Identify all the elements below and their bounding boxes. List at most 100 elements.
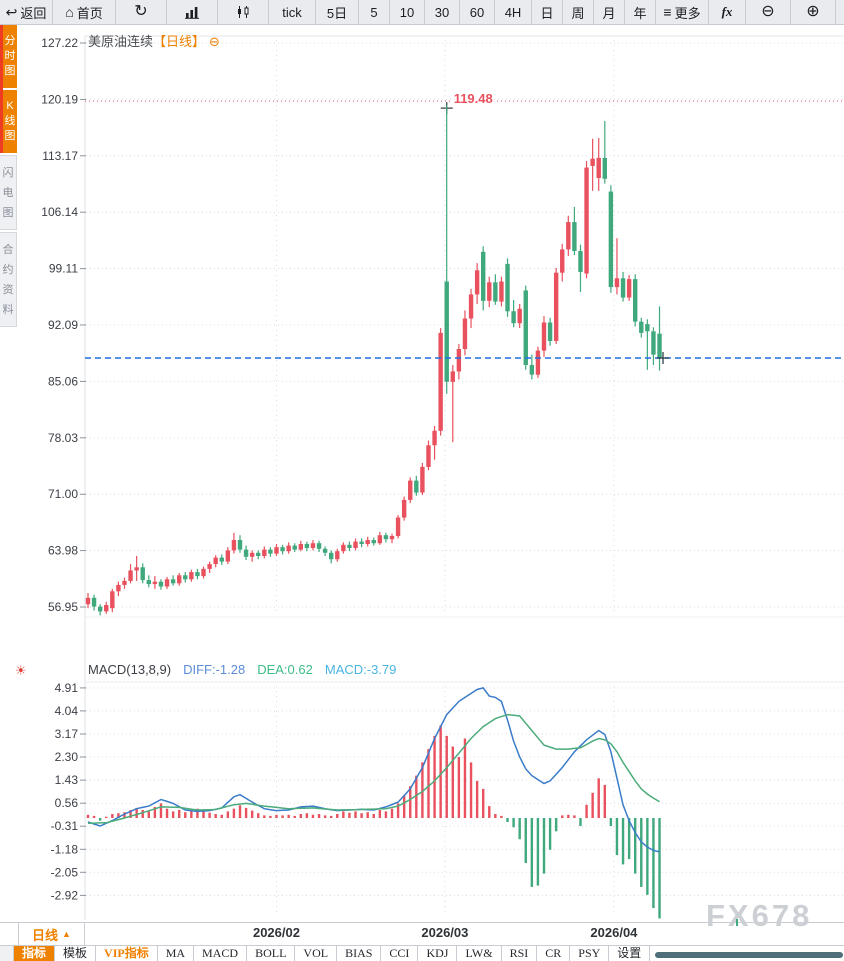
toolbar-5-day-label: 5日 (326, 5, 348, 21)
xaxis-strip: 日线 ▲ 2026/02 2026/03 2026/04 (0, 922, 844, 946)
collapse-icon[interactable]: ⊖ (209, 34, 220, 49)
svg-text:2.30: 2.30 (55, 750, 79, 764)
toolbar-bar-chart-mode[interactable] (167, 0, 218, 24)
toolbar-formula-label: fx (721, 4, 733, 19)
tab-template[interactable]: 模板 (55, 946, 97, 961)
chart-canvas[interactable]: 127.22 120.19 113.17 106.14 99.11 92.09 85.06 7… (0, 0, 844, 961)
bar-chart-mode-icon (184, 5, 200, 19)
toolbar-60-min-label: 60 (469, 4, 485, 20)
dropdown-up-icon: ▲ (62, 929, 71, 939)
tabbar-lead-spacer (0, 946, 14, 961)
sidebar-item-lightning-chart[interactable]: 闪 电 图 (0, 155, 17, 230)
dea-value: DEA:0.62 (257, 662, 313, 677)
symbol-name: 美原油连续 (88, 34, 154, 49)
svg-text:-2.92: -2.92 (51, 888, 79, 902)
toolbar-more[interactable]: ≡ 更多 (656, 0, 709, 24)
toolbar-5-day[interactable]: 5日 (316, 0, 359, 24)
toolbar-year[interactable]: 年 (625, 0, 656, 24)
tab-psy[interactable]: PSY (570, 946, 610, 961)
tab-kdj[interactable]: KDJ (418, 946, 458, 961)
toolbar-back-label: 返回 (20, 5, 47, 21)
tab-ma[interactable]: MA (158, 946, 195, 961)
axis-tick-marker (736, 919, 738, 926)
toolbar-back[interactable]: ↩ 返回 (0, 0, 53, 24)
svg-text:3.17: 3.17 (55, 727, 79, 741)
toolbar-year-label: 年 (633, 5, 647, 21)
tab-cr[interactable]: CR (537, 946, 571, 961)
svg-text:78.03: 78.03 (48, 431, 78, 445)
svg-text:4.04: 4.04 (55, 704, 79, 718)
svg-text:127.22: 127.22 (41, 36, 78, 50)
tab-macd[interactable]: MACD (194, 946, 248, 961)
xaxis-label: 2026/03 (421, 925, 469, 940)
indicator-settings-icon[interactable]: ☀ (15, 663, 27, 679)
back-icon: ↩ (5, 4, 18, 20)
toolbar-60-min[interactable]: 60 (460, 0, 495, 24)
svg-text:71.00: 71.00 (48, 487, 78, 501)
svg-text:56.95: 56.95 (48, 600, 78, 614)
tab-vip-indicator[interactable]: VIP指标 (96, 946, 158, 961)
toolbar-5-min[interactable]: 5 (359, 0, 390, 24)
xaxis-label: 2026/02 (252, 925, 300, 940)
toolbar-home[interactable]: ⌂ 首页 (53, 0, 116, 24)
more-icon: ≡ (663, 4, 672, 20)
toolbar-zoom-out[interactable]: ⊖ (746, 0, 791, 24)
zoom-out-icon: ⊖ (761, 3, 775, 20)
sidebar-item-minute-chart[interactable]: 分 时 图 (3, 25, 17, 88)
toolbar-4-hour[interactable]: 4H (495, 0, 532, 24)
toolbar-4-hour-label: 4H (504, 4, 522, 20)
svg-text:1.43: 1.43 (55, 773, 79, 787)
macd-header: MACD(13,8,9) DIFF:-1.28 DEA:0.62 MACD:-3… (88, 662, 396, 677)
toolbar-week[interactable]: 周 (563, 0, 594, 24)
sidebar-item-contract-info[interactable]: 合 约 资 料 (0, 232, 17, 327)
svg-text:-0.31: -0.31 (51, 819, 79, 833)
toolbar-zoom-in[interactable]: ⊕ (791, 0, 836, 24)
period-selector-label: 日线 (32, 927, 59, 943)
svg-text:120.19: 120.19 (41, 92, 78, 106)
toolbar-month[interactable]: 月 (594, 0, 625, 24)
svg-text:-2.05: -2.05 (51, 865, 79, 879)
tab-vol[interactable]: VOL (295, 946, 338, 961)
toolbar-formula[interactable]: fx (709, 0, 746, 24)
period-selector[interactable]: 日线 ▲ (18, 923, 85, 945)
diff-value: DIFF:-1.28 (183, 662, 246, 677)
horizontal-scrollbar[interactable] (655, 952, 843, 958)
tab-lwr[interactable]: LW& (457, 946, 502, 961)
svg-text:99.11: 99.11 (49, 262, 78, 276)
chart-title: 美原油连续【日线】 ⊖ (88, 31, 220, 50)
toolbar-more-label: 更多 (674, 5, 701, 21)
tab-bias[interactable]: BIAS (337, 946, 382, 961)
toolbar-day[interactable]: 日 (532, 0, 563, 24)
tab-settings[interactable]: 设置 (609, 946, 651, 961)
toolbar-30-min-label: 30 (434, 4, 450, 20)
toolbar-day-label: 日 (540, 5, 554, 21)
toolbar-10-min-label: 10 (399, 4, 415, 20)
toolbar-tick-label: tick (282, 4, 302, 20)
tab-cci[interactable]: CCI (381, 946, 419, 961)
macd-value: MACD:-3.79 (324, 662, 397, 677)
toolbar-tick[interactable]: tick (269, 0, 316, 24)
svg-text:0.56: 0.56 (55, 796, 79, 810)
toolbar-30-min[interactable]: 30 (425, 0, 460, 24)
toolbar-week-label: 周 (571, 5, 585, 21)
main-price-panel: 127.22 120.19 113.17 106.14 99.11 92.09 85.06 7… (41, 35, 844, 920)
toolbar-home-label: 首页 (76, 5, 103, 21)
toolbar: ↩ 返回 ⌂ 首页 ↻ tick 5日 5 10 30 60 4H 日周月年 ≡ 更多 fx ⊖ ⊕ (0, 0, 844, 25)
svg-text:119.48: 119.48 (454, 91, 493, 106)
tab-boll[interactable]: BOLL (247, 946, 296, 961)
toolbar-refresh[interactable]: ↻ (116, 0, 167, 24)
macd-name: MACD(13,8,9) (88, 662, 172, 677)
zoom-in-icon: ⊕ (806, 3, 820, 20)
svg-text:106.14: 106.14 (41, 205, 78, 219)
sidebar-item-kline-chart[interactable]: K 线 图 (3, 90, 17, 153)
app-root: 127.22 120.19 113.17 106.14 99.11 92.09 85.06 7… (0, 0, 844, 961)
period-tag: 【日线】 (153, 34, 206, 49)
home-icon: ⌂ (65, 4, 74, 20)
svg-text:63.98: 63.98 (48, 544, 78, 558)
refresh-icon: ↻ (134, 3, 148, 20)
toolbar-month-label: 月 (602, 5, 616, 21)
tab-rsi[interactable]: RSI (502, 946, 538, 961)
tab-indicator[interactable]: 指标 (14, 946, 56, 961)
toolbar-10-min[interactable]: 10 (390, 0, 425, 24)
toolbar-candlestick-mode[interactable] (218, 0, 269, 24)
